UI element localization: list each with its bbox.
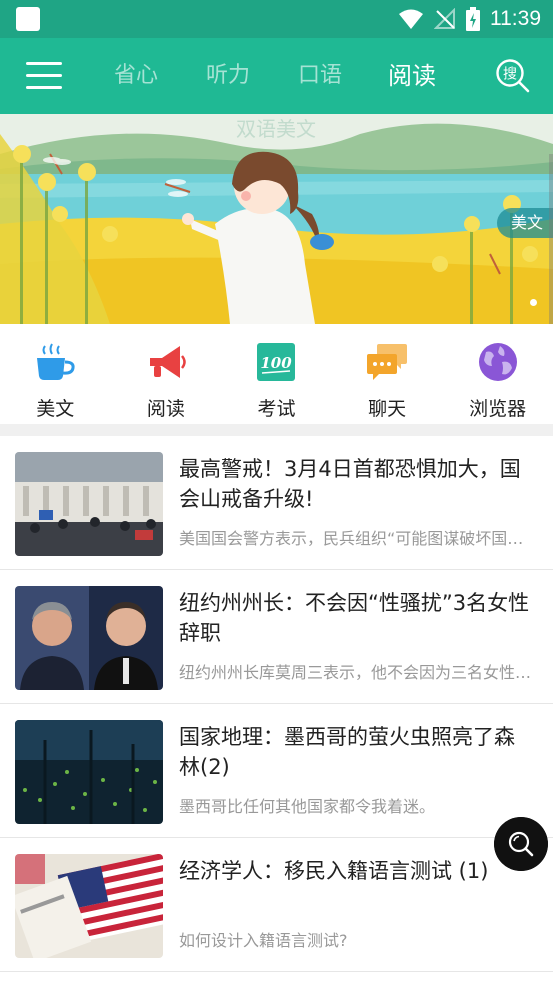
floating-search-button[interactable]	[494, 817, 548, 871]
wifi-icon	[399, 9, 423, 29]
hamburger-menu-icon[interactable]	[26, 62, 62, 90]
megaphone-icon	[149, 346, 186, 378]
category-chat[interactable]: 聊天	[332, 324, 443, 424]
category-meiwen[interactable]: 美文	[0, 324, 111, 424]
chat-bubbles-icon	[367, 344, 408, 380]
article-thumbnail	[15, 720, 163, 824]
globe-icon	[478, 343, 517, 381]
article-title: 经济学人：移民入籍语言测试 (1)	[179, 859, 489, 883]
article-thumbnail	[15, 854, 163, 958]
app-notification-icon	[16, 7, 40, 31]
score-100-icon: 100	[257, 343, 296, 381]
category-row: 美文 阅读 100 考试 聊天 浏览器	[0, 324, 553, 424]
category-label: 考试	[257, 398, 296, 420]
article-thumbnail	[15, 586, 163, 690]
scrollbar[interactable]	[549, 154, 553, 324]
battery-charging-icon	[466, 7, 480, 31]
article-title: 最高警戒！3月4日首都恐惧加大，国会山戒备升级!	[179, 457, 521, 511]
banner-carousel[interactable]: 双语美文 美文	[0, 114, 553, 324]
status-bar: 11:39	[0, 0, 553, 38]
category-label: 阅读	[146, 398, 185, 420]
article-title: 纽约州州长：不会因“性骚扰”3名女性辞职	[179, 591, 530, 645]
clock: 11:39	[490, 7, 541, 30]
coffee-cup-icon	[37, 343, 75, 380]
article-title: 国家地理：墨西哥的萤火虫照亮了森林(2)	[179, 725, 515, 779]
banner-illustration: 双语美文	[0, 114, 553, 324]
list-item[interactable]: 国家地理：墨西哥的萤火虫照亮了森林(2) 墨西哥比任何其他国家都令我着迷。	[0, 704, 553, 838]
tab-shengxin[interactable]: 省心	[90, 38, 182, 114]
article-thumbnail	[15, 452, 163, 556]
app-bar: 省心 听力 口语 阅读 搜	[0, 38, 553, 114]
list-item[interactable]: 经济学人：移民入籍语言测试 (1) 如何设计入籍语言测试?	[0, 838, 553, 972]
category-exam[interactable]: 100 考试	[221, 324, 332, 424]
tab-reading[interactable]: 阅读	[366, 38, 458, 114]
list-item[interactable]: 最高警戒！3月4日首都恐惧加大，国会山戒备升级! 美国国会警方表示，民兵组织“可…	[0, 436, 553, 570]
article-summary: 纽约州州长库莫周三表示，他不会因为三名女性指控…	[179, 663, 535, 682]
svg-text:100: 100	[261, 354, 293, 372]
banner-watermark: 双语美文	[236, 117, 316, 141]
status-icons: 11:39	[398, 6, 541, 32]
search-icon-label: 搜	[503, 67, 517, 83]
carousel-indicator	[530, 299, 537, 306]
tab-bar: 省心 听力 口语 阅读	[90, 38, 458, 114]
article-list: 最高警戒！3月4日首都恐惧加大，国会山戒备升级! 美国国会警方表示，民兵组织“可…	[0, 436, 553, 972]
search-icon[interactable]: 搜	[495, 58, 531, 94]
category-label: 浏览器	[469, 398, 527, 420]
article-summary: 如何设计入籍语言测试?	[179, 931, 348, 950]
section-divider	[0, 424, 553, 436]
category-label: 聊天	[368, 398, 407, 420]
tab-listening[interactable]: 听力	[182, 38, 274, 114]
banner-tag: 美文	[496, 208, 553, 238]
category-label: 美文	[36, 398, 75, 420]
category-browser[interactable]: 浏览器	[442, 324, 553, 424]
article-summary: 墨西哥比任何其他国家都令我着迷。	[179, 797, 436, 816]
article-summary: 美国国会警方表示，民兵组织“可能图谋破坏国会大厦”…	[179, 529, 535, 548]
no-signal-icon	[434, 8, 455, 29]
tab-speaking[interactable]: 口语	[274, 38, 366, 114]
category-reading[interactable]: 阅读	[111, 324, 222, 424]
list-item[interactable]: 纽约州州长：不会因“性骚扰”3名女性辞职 纽约州州长库莫周三表示，他不会因为三名…	[0, 570, 553, 704]
